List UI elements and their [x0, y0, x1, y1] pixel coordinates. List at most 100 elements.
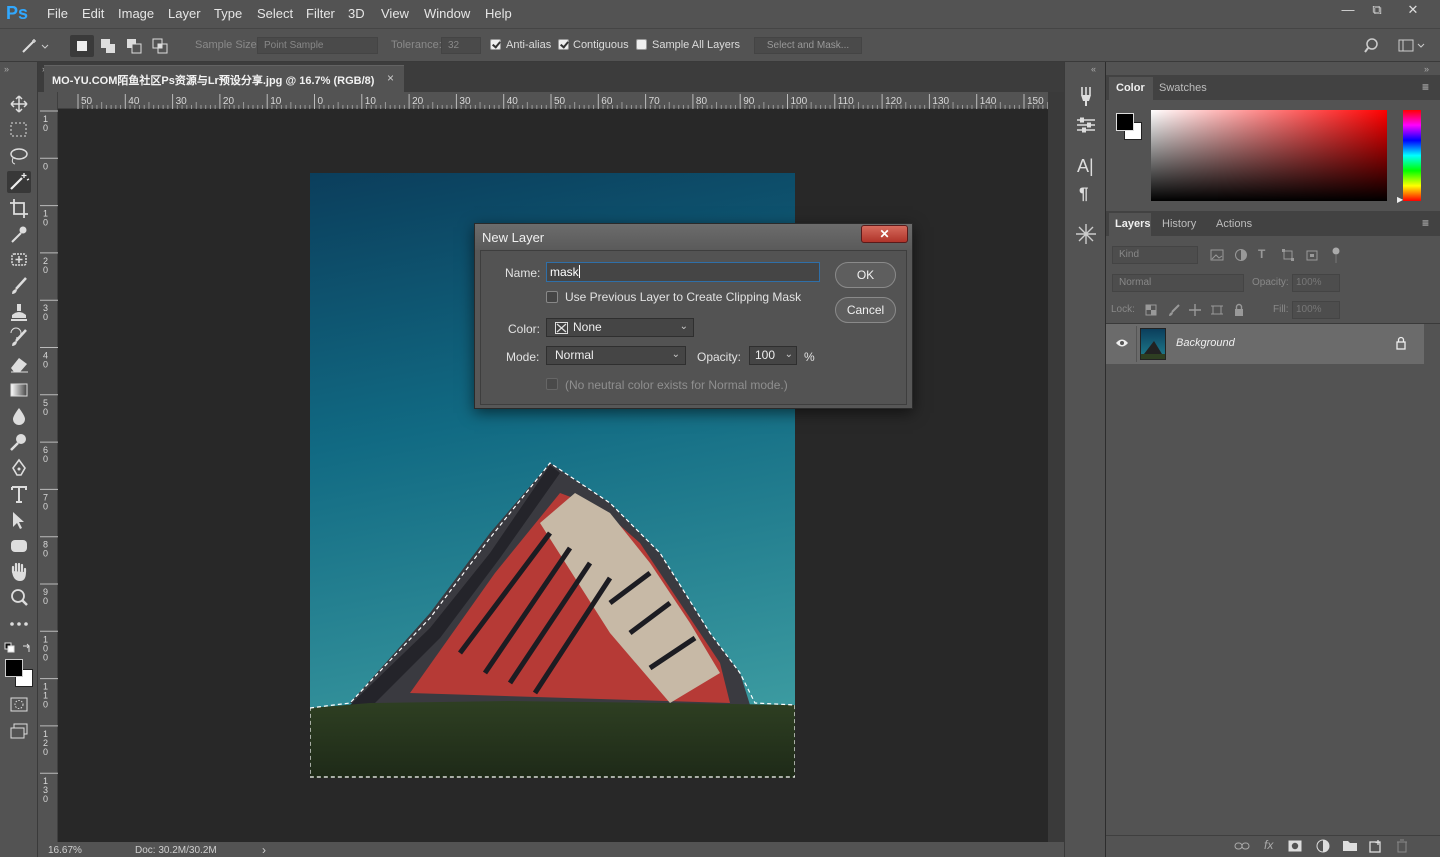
layer-name[interactable]: Background	[1176, 337, 1235, 349]
marquee-tool-icon[interactable]	[7, 119, 31, 141]
ok-button[interactable]: OK	[835, 262, 896, 288]
cancel-button[interactable]: Cancel	[835, 297, 896, 323]
filter-shape-icon[interactable]	[1281, 248, 1295, 262]
dodge-tool-icon[interactable]	[7, 431, 31, 453]
new-layer-icon[interactable]	[1369, 839, 1383, 853]
clipping-mask-checkbox[interactable]	[546, 291, 558, 303]
contiguous-checkbox[interactable]	[558, 39, 569, 50]
status-menu-arrow-icon[interactable]: ›	[262, 843, 266, 857]
history-brush-tool-icon[interactable]	[7, 327, 31, 349]
document-close-icon[interactable]: ×	[387, 71, 394, 85]
adjustments-panel-icon[interactable]	[1074, 114, 1098, 136]
lock-position-icon[interactable]	[1188, 303, 1202, 317]
anti-alias-checkbox[interactable]	[490, 39, 501, 50]
magic-wand-tool-icon[interactable]	[7, 171, 31, 193]
layer-filter-kind-select[interactable]: Kind	[1112, 246, 1198, 264]
menu-type[interactable]: Type	[214, 6, 242, 21]
path-selection-tool-icon[interactable]	[7, 509, 31, 531]
menu-window[interactable]: Window	[424, 6, 470, 21]
tab-layers[interactable]: Layers	[1115, 218, 1150, 230]
panel-foreground-swatch[interactable]	[1116, 113, 1134, 131]
restore-button[interactable]: ⧉	[1360, 0, 1394, 22]
swap-colors-icon[interactable]	[21, 642, 33, 654]
hand-tool-icon[interactable]	[7, 561, 31, 583]
blur-tool-icon[interactable]	[7, 405, 31, 427]
search-icon[interactable]	[1364, 37, 1382, 55]
subtract-from-selection-icon[interactable]	[122, 35, 146, 57]
layers-panel-menu-icon[interactable]: ≡	[1422, 216, 1429, 230]
layer-name-input[interactable]: mask	[546, 262, 820, 282]
menu-3d[interactable]: 3D	[348, 6, 365, 21]
tab-color[interactable]: Color	[1116, 82, 1145, 94]
blend-mode-select[interactable]: Normal	[1112, 274, 1244, 292]
menu-file[interactable]: File	[47, 6, 68, 21]
select-and-mask-button[interactable]: Select and Mask...	[754, 37, 862, 54]
quick-mask-icon[interactable]	[7, 694, 31, 716]
menu-edit[interactable]: Edit	[82, 6, 104, 21]
brush-tool-icon[interactable]	[7, 275, 31, 297]
character-panel-icon[interactable]: A|	[1077, 156, 1094, 177]
lock-all-icon[interactable]	[1232, 303, 1246, 317]
vertical-scrollbar[interactable]	[1048, 92, 1064, 842]
glyphs-panel-icon[interactable]	[1074, 222, 1098, 246]
screen-mode-icon[interactable]	[7, 720, 31, 742]
paragraph-panel-icon[interactable]: ¶	[1079, 184, 1088, 204]
lock-transparent-icon[interactable]	[1144, 303, 1158, 317]
brush-presets-icon[interactable]	[1074, 84, 1098, 108]
expand-dock-icon[interactable]: «	[1091, 64, 1096, 74]
filter-adjustment-icon[interactable]	[1234, 248, 1248, 262]
visibility-eye-icon[interactable]	[1115, 338, 1129, 348]
opacity-chevron-icon[interactable]: ⌄	[785, 349, 793, 360]
rectangle-tool-icon[interactable]	[7, 535, 31, 557]
lasso-tool-icon[interactable]	[7, 145, 31, 167]
color-spectrum-field[interactable]	[1151, 110, 1387, 201]
layer-style-icon[interactable]: fx	[1264, 838, 1273, 852]
filter-toggle-icon[interactable]	[1331, 246, 1341, 264]
fill-input[interactable]: 100%	[1292, 301, 1340, 319]
menu-select[interactable]: Select	[257, 6, 293, 21]
hue-slider-handle-icon[interactable]: ▶	[1397, 195, 1403, 204]
delete-layer-icon[interactable]	[1396, 839, 1408, 853]
menu-image[interactable]: Image	[118, 6, 154, 21]
menu-filter[interactable]: Filter	[306, 6, 335, 21]
workspace-icon[interactable]	[1398, 38, 1426, 54]
move-tool-icon[interactable]	[7, 93, 31, 115]
tab-history[interactable]: History	[1162, 218, 1196, 230]
sample-all-layers-checkbox[interactable]	[636, 39, 647, 50]
intersect-selection-icon[interactable]	[148, 35, 172, 57]
layer-row[interactable]: Background	[1106, 324, 1424, 364]
collapse-toolbar-icon[interactable]: »	[4, 64, 9, 74]
foreground-color-swatch[interactable]	[5, 659, 23, 677]
zoom-level[interactable]: 16.67%	[48, 845, 82, 856]
lock-image-icon[interactable]	[1167, 303, 1181, 317]
pen-tool-icon[interactable]	[7, 457, 31, 479]
add-mask-icon[interactable]	[1288, 840, 1302, 852]
filter-type-icon[interactable]: T	[1258, 247, 1265, 261]
default-colors-icon[interactable]	[4, 642, 16, 654]
eyedropper-tool-icon[interactable]	[7, 223, 31, 245]
hue-slider[interactable]	[1403, 110, 1421, 201]
new-group-icon[interactable]	[1342, 839, 1358, 852]
filter-smart-object-icon[interactable]	[1305, 248, 1319, 262]
lock-artboard-icon[interactable]	[1210, 303, 1224, 317]
healing-brush-tool-icon[interactable]	[7, 249, 31, 271]
dialog-titlebar[interactable]: New Layer ✕	[475, 224, 912, 250]
layer-color-select[interactable]: None ⌄	[546, 318, 694, 337]
document-tab[interactable]: MO-YU.COM陌鱼社区Ps资源与Lr预设分享.jpg @ 16.7% (RG…	[44, 65, 404, 92]
new-selection-icon[interactable]	[70, 35, 94, 57]
mode-select[interactable]: Normal ⌄	[546, 346, 686, 365]
menu-help[interactable]: Help	[485, 6, 512, 21]
layer-opacity-input[interactable]: 100%	[1292, 274, 1340, 292]
tolerance-input[interactable]: 32	[441, 37, 481, 54]
window-close-button[interactable]: ✕	[1396, 0, 1430, 22]
filter-pixel-icon[interactable]	[1210, 248, 1224, 262]
clone-stamp-tool-icon[interactable]	[7, 301, 31, 323]
color-panel-menu-icon[interactable]: ≡	[1422, 80, 1429, 94]
magic-wand-tool-preset-icon[interactable]	[20, 37, 50, 55]
tab-swatches[interactable]: Swatches	[1159, 82, 1207, 94]
dialog-opacity-input[interactable]: 100 ⌄	[749, 346, 797, 365]
dialog-close-button[interactable]: ✕	[861, 225, 908, 243]
layer-lock-icon[interactable]	[1395, 336, 1407, 350]
new-adjustment-layer-icon[interactable]	[1316, 839, 1330, 853]
add-to-selection-icon[interactable]	[96, 35, 120, 57]
